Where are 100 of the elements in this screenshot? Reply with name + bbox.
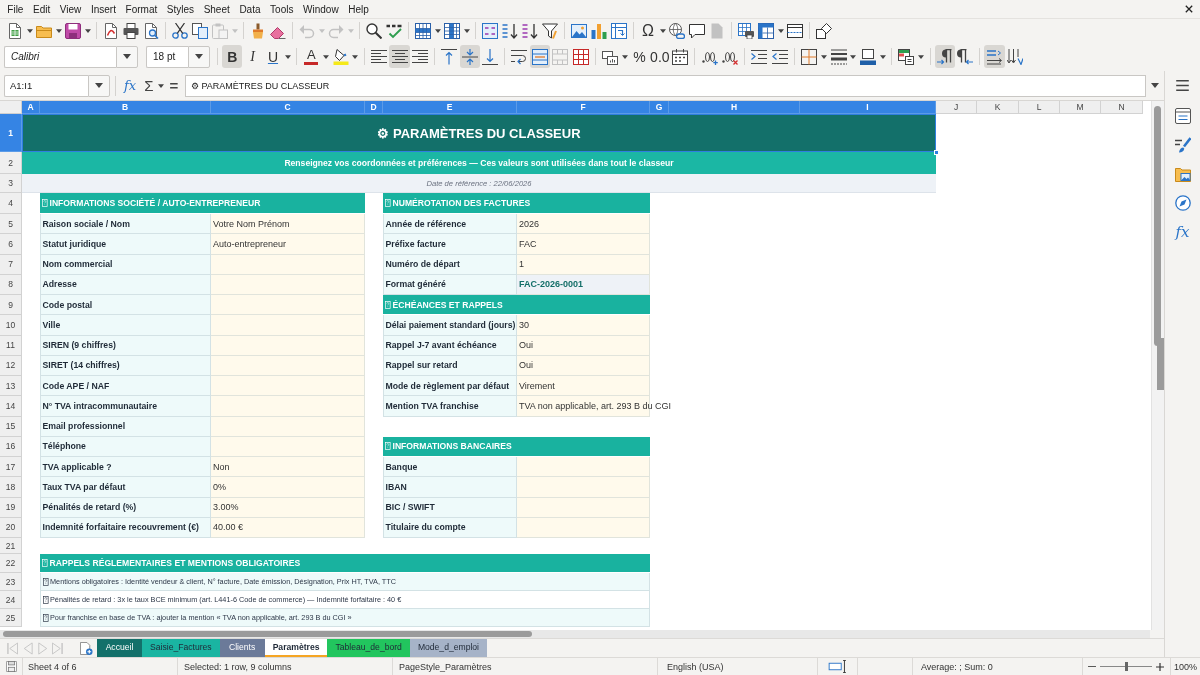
input-field[interactable]: Non [211, 457, 365, 478]
column-header[interactable]: N [1101, 101, 1143, 114]
formula-input[interactable]: ⚙ PARAMÈTRES DU CLASSEUR [185, 74, 1147, 97]
sort-button[interactable] [480, 20, 500, 41]
dropdown-button[interactable] [116, 45, 138, 68]
input-field[interactable]: Votre Nom Prénom [211, 214, 365, 235]
input-field[interactable] [211, 376, 365, 397]
menu-item[interactable]: View [55, 3, 87, 15]
menu-item[interactable]: Styles [162, 3, 199, 15]
input-field[interactable]: Oui [517, 335, 650, 356]
column-header[interactable]: E [383, 101, 517, 114]
menu-item[interactable]: File [2, 3, 29, 15]
row-header[interactable]: 5 [0, 214, 22, 235]
input-field[interactable]: Oui [517, 355, 650, 376]
font-name-field[interactable]: Calibri [4, 45, 116, 68]
save-button[interactable] [63, 20, 83, 41]
row-header[interactable]: 6 [0, 234, 22, 255]
column-header[interactable]: I [800, 101, 936, 114]
cut-button[interactable] [170, 20, 190, 41]
font-color-button[interactable]: A [301, 45, 322, 68]
input-field[interactable] [211, 355, 365, 376]
menu-item[interactable]: Tools [265, 3, 299, 15]
row-header[interactable]: 23 [0, 573, 22, 591]
row-header[interactable]: 21 [0, 538, 22, 554]
menu-item[interactable]: Help [343, 3, 374, 15]
row-header[interactable]: 3 [0, 174, 22, 193]
row-header[interactable]: 16 [0, 436, 22, 457]
italic-button[interactable]: I [242, 45, 263, 68]
input-field[interactable] [211, 416, 365, 437]
input-field[interactable] [517, 517, 650, 538]
row-header[interactable]: 14 [0, 396, 22, 417]
sum-button[interactable]: Σ [142, 75, 156, 96]
name-box[interactable]: A1:I1 [4, 74, 88, 97]
row-header[interactable]: 13 [0, 376, 22, 397]
sheet-tab[interactable]: Saisie_Factures [142, 639, 220, 657]
align-center-button[interactable] [389, 45, 410, 68]
row-header[interactable]: 18 [0, 477, 22, 498]
input-field[interactable]: 40.00 € [211, 517, 365, 538]
input-field[interactable] [517, 497, 650, 518]
align-middle-button[interactable] [459, 45, 480, 68]
standard-format-button[interactable]: 0.0 [649, 45, 671, 68]
column-header[interactable]: D [365, 101, 383, 114]
input-field[interactable]: 3.00% [211, 497, 365, 518]
zoom-out-button[interactable] [1088, 665, 1096, 668]
input-field[interactable] [211, 335, 365, 356]
fill-handle[interactable] [934, 150, 939, 155]
close-document-button[interactable] [1185, 4, 1195, 14]
slider-thumb[interactable] [1124, 662, 1128, 671]
input-field[interactable] [211, 295, 365, 316]
menu-item[interactable]: Format [120, 3, 162, 15]
input-field[interactable]: FAC [517, 234, 650, 255]
sheet-tab[interactable]: Accueil [97, 639, 142, 657]
underline-button[interactable]: U [262, 45, 284, 68]
dropdown-button[interactable] [88, 74, 110, 97]
print-area-button[interactable] [736, 20, 756, 41]
sidebar-collapse-handle[interactable] [1157, 338, 1165, 390]
input-field[interactable] [211, 396, 365, 417]
row-header[interactable]: 24 [0, 591, 22, 609]
row-header[interactable]: 11 [0, 335, 22, 356]
row-header[interactable]: 22 [0, 554, 22, 573]
scrollbar-thumb[interactable] [1154, 106, 1162, 346]
input-field[interactable] [211, 254, 365, 275]
formula-button[interactable]: = [167, 75, 181, 96]
percent-button[interactable]: % [629, 45, 650, 68]
column-header[interactable]: A [22, 101, 40, 114]
scrollbar-thumb[interactable] [3, 631, 532, 637]
vertical-scrollbar[interactable] [1151, 101, 1165, 630]
copy-button[interactable] [190, 20, 210, 41]
funnel-button[interactable] [540, 20, 560, 41]
column-header[interactable]: C [211, 101, 365, 114]
horizontal-scrollbar[interactable] [0, 630, 1151, 638]
menu-item[interactable]: Data [234, 3, 266, 15]
column-header[interactable]: F [517, 101, 650, 114]
bold-button[interactable]: B [222, 45, 243, 68]
menu-item[interactable]: Insert [86, 3, 121, 15]
column-header[interactable]: K [977, 101, 1019, 114]
column-header[interactable]: M [1060, 101, 1101, 114]
column-header[interactable]: L [1019, 101, 1060, 114]
row-header[interactable]: 7 [0, 254, 22, 275]
column-header[interactable]: J [936, 101, 977, 114]
column-header[interactable]: B [40, 101, 211, 114]
search-button[interactable] [364, 20, 384, 41]
input-field[interactable] [211, 274, 365, 295]
input-field[interactable]: 30 [517, 315, 650, 336]
font-size-field[interactable]: 18 pt [146, 45, 188, 68]
input-field[interactable] [211, 436, 365, 457]
row-header[interactable]: 9 [0, 295, 22, 316]
input-field[interactable] [517, 457, 650, 478]
row-header[interactable]: 20 [0, 517, 22, 538]
functions-button[interactable]: fx [1170, 220, 1195, 244]
menu-item[interactable]: Edit [28, 3, 56, 15]
column-header[interactable]: H [669, 101, 800, 114]
input-field[interactable]: 0% [211, 477, 365, 498]
zoom-in-button[interactable] [1156, 662, 1164, 671]
row-header[interactable]: 12 [0, 355, 22, 376]
row-header[interactable]: 17 [0, 457, 22, 478]
row-header[interactable]: 10 [0, 315, 22, 336]
sheet-tab[interactable]: Tableau_de_bord [327, 639, 410, 657]
input-field[interactable]: Auto-entrepreneur [211, 234, 365, 255]
row-header[interactable]: 1 [0, 114, 22, 152]
